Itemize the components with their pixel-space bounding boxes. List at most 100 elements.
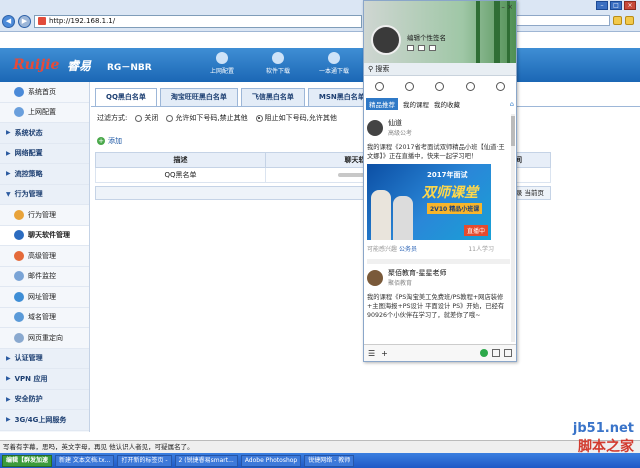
sidebar-item-behavior-management[interactable]: ▼ 行为管理 — [0, 184, 89, 205]
sidebar-item-system-status[interactable]: ▶ 系统状态 — [0, 123, 89, 144]
taskbar-item[interactable]: 打开新的标签页 - — [117, 454, 172, 467]
message-icon[interactable] — [418, 45, 425, 51]
banner-subtitle: 2V10 精品小班课 — [427, 203, 483, 214]
banner-title: 双师课堂 — [422, 185, 478, 201]
tab-my-courses[interactable]: 我的课程 — [403, 99, 429, 109]
tab-fetion[interactable]: 飞信黑白名单 — [240, 88, 305, 106]
post-text[interactable]: 我的课程《2017省考面试双师精品小班【仙道·王文娜】》正在直播中，快来一起学习… — [367, 143, 510, 161]
watermark-url: jb51.net — [572, 421, 634, 436]
taskbar: 编辑【群发加速 新建 文本文档.tx... 打开新的标签页 - 2 (锐捷睿易s… — [0, 453, 640, 468]
behavior-icon — [14, 209, 24, 220]
page-favicon-icon — [38, 17, 46, 25]
sidebar-item-redirect[interactable]: 网页重定向 — [0, 328, 89, 349]
favorites-icon[interactable] — [613, 15, 622, 25]
learner-count: 11人学习 — [468, 246, 494, 253]
filter-allow-radio[interactable]: 允许如下号码,禁止其他 — [166, 113, 248, 123]
window-controls: – □ × — [596, 1, 636, 10]
radio-icon — [166, 114, 174, 122]
cube-icon[interactable] — [496, 81, 506, 91]
add-button[interactable]: + 添加 — [97, 136, 122, 146]
author-avatar[interactable] — [367, 269, 383, 286]
chat-icon[interactable] — [374, 81, 384, 91]
tab-qq[interactable]: QQ黑白名单 — [95, 88, 157, 106]
group-icon[interactable] — [465, 81, 475, 91]
interest-label: 可能感兴趣 — [367, 246, 398, 253]
settings-icon[interactable] — [429, 45, 436, 51]
tab-my-favorites[interactable]: 我的收藏 — [434, 99, 460, 109]
live-badge: 直播中 — [463, 225, 488, 236]
download-icon — [272, 52, 284, 64]
signature-text[interactable]: 编辑个性签名 — [407, 32, 446, 42]
software-download-button[interactable]: 软件下载 — [256, 52, 300, 75]
banner-year: 2017年面试 — [427, 171, 468, 179]
author-name[interactable]: 仙道 — [388, 118, 412, 128]
maximize-button[interactable]: □ — [610, 1, 622, 10]
post-text[interactable]: 我的课程《PS淘宝美工免费班/PS教程+网店装修+主图海报+PS设计 平面设计 … — [367, 293, 510, 320]
address-bar[interactable]: http://192.168.1.1/ — [34, 14, 362, 28]
browser-toolbar: – □ × ◀ ▶ http://192.168.1.1/ — [0, 0, 640, 32]
filter-block-radio[interactable]: 阻止如下号码,允许其他 — [255, 113, 337, 123]
sidebar-item-url-management[interactable]: 网址管理 — [0, 287, 89, 308]
tools-icon[interactable] — [625, 15, 634, 25]
tab-taobao[interactable]: 淘宝旺旺黑白名单 — [159, 88, 238, 106]
grid-icon[interactable] — [492, 349, 500, 357]
contacts-icon[interactable] — [405, 81, 415, 91]
minimize-button[interactable]: – — [596, 1, 608, 10]
author-name[interactable]: 聚佰教育-星星老师 — [388, 268, 447, 278]
panel-search[interactable]: ⚲ 搜索 — [364, 63, 516, 76]
apps-icon[interactable] — [504, 349, 512, 357]
teacher-photo — [371, 190, 391, 240]
sidebar-item-security[interactable]: ▶ 安全防护 — [0, 389, 89, 410]
taskbar-item[interactable]: 新建 文本文档.tx... — [55, 454, 115, 467]
taskbar-item[interactable]: Adobe Photoshop — [240, 454, 302, 467]
home-icon[interactable]: ⌂ — [510, 100, 514, 108]
home-icon — [14, 86, 24, 97]
tab-bar: QQ黑白名单 淘宝旺旺黑白名单 飞信黑白名单 MSN黑白名单 — [95, 88, 376, 106]
manual-download-button[interactable]: 一本通下载 — [312, 52, 356, 75]
mail-icon[interactable] — [407, 45, 414, 51]
category-link[interactable]: 公务员 — [399, 246, 417, 253]
site-watermark: jb51.net 脚本之家 — [573, 421, 634, 456]
qq-icon[interactable] — [480, 349, 488, 357]
chat-icon — [14, 230, 24, 241]
globe-icon — [216, 52, 228, 64]
panel-tabs: 精品推荐 我的课程 我的收藏 ⌂ — [366, 98, 514, 110]
panel-footer: ☰ + — [364, 344, 516, 361]
sidebar-item-auth[interactable]: ▶ 认证管理 — [0, 348, 89, 369]
sidebar-item-mail-monitor[interactable]: 邮件监控 — [0, 267, 89, 287]
close-button[interactable]: × — [624, 1, 636, 10]
ruiyi-logo: 睿易 — [67, 59, 92, 73]
taskbar-item[interactable]: 编辑【群发加速 — [2, 454, 53, 467]
internet-config-button[interactable]: 上网配置 — [200, 52, 244, 75]
back-button[interactable]: ◀ — [2, 14, 15, 28]
star-icon[interactable] — [435, 81, 445, 91]
forward-button[interactable]: ▶ — [18, 14, 31, 28]
sidebar-item-home[interactable]: 系统首页 — [0, 82, 89, 103]
sidebar-item-advanced[interactable]: 高级管理 — [0, 246, 89, 267]
sidebar: 系统首页 上网配置 ▶ 系统状态 ▶ 网络配置 ▶ 流控策略 ▼ 行为管理 行为管理 聊… — [0, 82, 90, 432]
sidebar-item-chat-software[interactable]: 聊天软件管理 — [0, 225, 89, 246]
sidebar-item-vpn[interactable]: ▶ VPN 应用 — [0, 369, 89, 390]
course-banner[interactable]: 2017年面试 双师课堂 2V10 精品小班课 直播中 — [367, 164, 491, 240]
tab-recommended[interactable]: 精品推荐 — [366, 98, 398, 110]
author-org: 高级公考 — [388, 130, 413, 137]
menu-icon[interactable]: ☰ — [368, 349, 375, 358]
bamboo-decoration — [494, 1, 500, 63]
bamboo-decoration — [476, 1, 480, 63]
user-avatar[interactable] — [371, 25, 401, 55]
author-avatar[interactable] — [367, 119, 383, 136]
sidebar-item-3g4g[interactable]: ▶ 3G/4G上网服务 — [0, 410, 89, 431]
scroll-thumb[interactable] — [511, 116, 515, 146]
sidebar-item-domain-management[interactable]: 域名管理 — [0, 308, 89, 328]
plus-icon[interactable]: + — [381, 349, 388, 358]
filter-off-radio[interactable]: 关闭 — [135, 113, 158, 123]
sidebar-item-network-config[interactable]: ▶ 网络配置 — [0, 143, 89, 164]
sidebar-item-flow-control[interactable]: ▶ 流控策略 — [0, 164, 89, 185]
advanced-icon — [14, 250, 24, 261]
feed-scrollbar[interactable] — [511, 114, 515, 342]
panel-close-icon[interactable]: – × — [501, 3, 513, 11]
sidebar-item-internet-config[interactable]: 上网配置 — [0, 103, 89, 123]
taskbar-item[interactable]: 2 (锐捷睿易smart... — [174, 454, 238, 467]
taskbar-item[interactable]: 锐捷网络 - 教师 — [304, 454, 355, 467]
sidebar-item-behavior[interactable]: 行为管理 — [0, 205, 89, 226]
